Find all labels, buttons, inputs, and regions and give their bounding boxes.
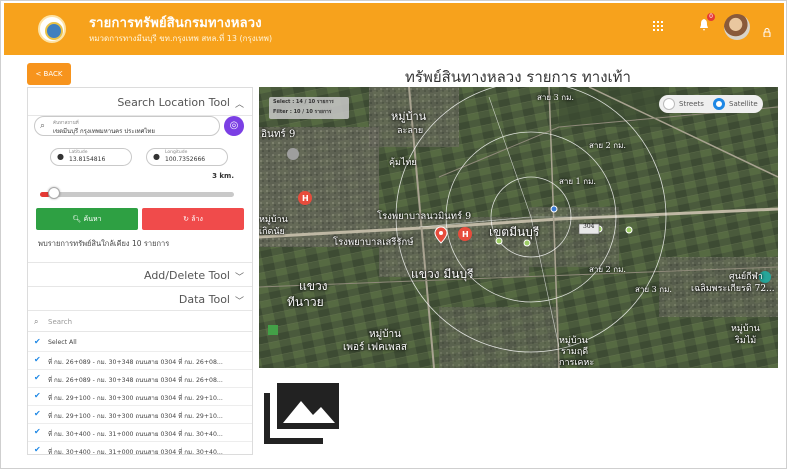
chevron-down-icon: ﹀ — [234, 273, 244, 283]
list-item-text: ที่ กม. 29+100 - กม. 30+300 ถนนสาย 0304 … — [48, 395, 223, 402]
filter-count-text: Filter : 10 / 10 รายการ — [273, 109, 332, 115]
list-item-text: ที่ กม. 26+089 - กม. 30+348 ถนนสาย 0304 … — [48, 377, 223, 384]
latitude-value: 13.8154816 — [69, 156, 106, 163]
map-label: อินทร์ 9 — [261, 129, 296, 140]
list-item[interactable]: ✔ ที่ กม. 29+100 - กม. 30+300 ถนนสาย 0304… — [28, 406, 252, 424]
apps-grid-icon[interactable] — [653, 21, 663, 31]
check-icon: ✔ — [34, 445, 41, 454]
selection-badge: Select : 14 / 10 รายการ Filter : 10 / 10… — [269, 97, 349, 119]
select-all-item[interactable]: ✔ Select All — [28, 334, 252, 352]
asset-list: ✔ Select All ✔ ที่ กม. 26+089 - กม. 30+34… — [28, 334, 252, 455]
map-label: เขตมีนบุรี — [489, 225, 540, 239]
map-label: เพอร์ เฟคเพลส — [343, 342, 407, 353]
map-label: สาย 3 กม. — [537, 93, 574, 102]
notification-badge: 0 — [707, 13, 715, 21]
map-label: สาย 3 กม. — [635, 285, 672, 294]
search-tool-title: Search Location Tool — [117, 96, 230, 109]
longitude-label: Longitude — [165, 150, 188, 155]
clear-button[interactable]: ↻ ล้าง — [142, 208, 244, 230]
search-button[interactable]: 🔍︎ ค้นหา — [36, 208, 138, 230]
check-icon: ✔ — [34, 391, 41, 400]
chevron-up-icon: ︿ — [234, 100, 244, 110]
app-window: รายการทรัพย์สินกรมทางหลวง หมวดการทางมีนบ… — [0, 0, 787, 469]
svg-text:H: H — [302, 194, 309, 203]
search-button-label: ค้นหา — [83, 215, 102, 223]
map-label: เกิดนัย — [259, 227, 285, 237]
map-label: สาย 1 กม. — [559, 177, 596, 186]
radius-readout: 3 km. — [212, 172, 234, 180]
data-tool-title: Data Tool — [178, 293, 230, 306]
check-icon: ✔ — [34, 409, 41, 418]
location-pin-icon: ● — [153, 152, 160, 161]
search-tool-header[interactable]: Search Location Tool ︿ — [28, 88, 252, 116]
map-label: คุ้มไทย — [389, 158, 417, 168]
layer-toggle: Streets Satellite — [659, 95, 763, 113]
satellite-radio[interactable] — [713, 98, 725, 110]
app-title: รายการทรัพย์สินกรมทางหลวง — [89, 16, 262, 31]
user-avatar[interactable] — [724, 14, 750, 40]
page-title: ทรัพย์สินทางหลวง รายการ ทางเท้า — [405, 68, 631, 86]
search-input-label: ค้นหาสถานที่ — [53, 121, 79, 126]
list-item-text: ที่ กม. 30+400 - กม. 31+000 ถนนสาย 0304 … — [48, 449, 223, 455]
route-shield: 304 — [583, 223, 595, 230]
list-item[interactable]: ✔ ที่ กม. 29+100 - กม. 30+300 ถนนสาย 0304… — [28, 388, 252, 406]
location-search-input[interactable]: ⌕ ค้นหาสถานที่ เขตมีนบุรี กรุงเทพมหานคร … — [34, 116, 220, 136]
list-item[interactable]: ✔ ที่ กม. 30+400 - กม. 31+000 ถนนสาย 0304… — [28, 424, 252, 442]
check-icon: ✔ — [34, 427, 41, 436]
map-label: สาย 2 กม. — [589, 141, 626, 150]
list-item[interactable]: ✔ ที่ กม. 26+089 - กม. 30+348 ถนนสาย 0304… — [28, 370, 252, 388]
list-item-text: ที่ กม. 26+089 - กม. 30+348 ถนนสาย 0304 … — [48, 359, 223, 366]
clear-button-label: ล้าง — [191, 215, 203, 223]
radius-slider-handle[interactable] — [48, 187, 60, 199]
bell-icon[interactable] — [699, 19, 709, 31]
map-label: ริมไม้ — [735, 336, 757, 346]
longitude-field[interactable]: ● Longitude 100.7352666 — [146, 148, 228, 166]
map-label: ละลาย — [397, 126, 424, 136]
data-search-placeholder: Search — [48, 318, 73, 326]
data-tool-header[interactable]: Data Tool ﹀ — [28, 286, 252, 310]
map-label: เฉลิมพระเกียรติ 72... — [691, 284, 775, 294]
satellite-map[interactable]: H H Select : 14 / 10 รายการ Filter : 10 … — [259, 87, 778, 368]
data-search-input[interactable]: ⌕ Search — [28, 310, 252, 332]
tool-panel: Search Location Tool ︿ ⌕ ค้นหาสถานที่ เข… — [27, 87, 253, 455]
list-item[interactable]: ✔ ที่ กม. 30+400 - กม. 31+000 ถนนสาย 0304… — [28, 442, 252, 455]
result-count-text: พบรายการทรัพย์สินใกล้เคียง 10 รายการ — [38, 239, 170, 248]
photo-library-icon[interactable] — [263, 379, 341, 445]
check-icon: ✔ — [34, 337, 41, 346]
chevron-down-icon: ﹀ — [234, 297, 244, 307]
lock-icon[interactable] — [763, 22, 771, 38]
map-label: การเคหะ — [559, 358, 595, 368]
map-label: โรงพยาบาลเสรีรักษ์ — [333, 237, 414, 248]
list-item[interactable]: ✔ ที่ กม. 26+089 - กม. 30+348 ถนนสาย 0304… — [28, 352, 252, 370]
map-label: แขวง มีนบุรี — [411, 267, 474, 281]
department-logo — [38, 15, 66, 43]
select-all-label: Select All — [48, 339, 77, 346]
check-icon: ✔ — [34, 373, 41, 382]
gps-locate-button[interactable]: ◎ — [224, 116, 244, 136]
svg-text:H: H — [462, 230, 469, 239]
longitude-value: 100.7352666 — [165, 156, 206, 163]
select-count-text: Select : 14 / 10 รายการ — [273, 99, 334, 105]
search-input-value: เขตมีนบุรี กรุงเทพมหานคร ประเทศไทย — [53, 128, 155, 135]
map-label: โรงพยาบาลนวมินทร์ 9 — [377, 211, 472, 222]
add-delete-tool-header[interactable]: Add/Delete Tool ﹀ — [28, 262, 252, 286]
list-item-text: ที่ กม. 29+100 - กม. 30+300 ถนนสาย 0304 … — [48, 413, 223, 420]
map-label: สาย 2 กม. — [589, 265, 626, 274]
app-subtitle: หมวดการทางมีนบุรี ขท.กรุงเทพ สทล.ที่ 13 … — [89, 34, 273, 43]
back-button[interactable]: < BACK — [27, 63, 71, 85]
location-pin-icon: ● — [57, 152, 64, 161]
latitude-label: Latitude — [69, 150, 88, 155]
top-header: รายการทรัพย์สินกรมทางหลวง หมวดการทางมีนบ… — [4, 3, 784, 55]
search-icon: ⌕ — [40, 121, 46, 131]
map-label: ทีนาวย — [287, 295, 324, 309]
latitude-field[interactable]: ● Latitude 13.8154816 — [50, 148, 132, 166]
streets-label: Streets — [679, 100, 704, 108]
satellite-label: Satellite — [729, 100, 758, 108]
add-delete-tool-title: Add/Delete Tool — [143, 269, 230, 282]
check-icon: ✔ — [34, 355, 41, 364]
search-icon: ⌕ — [34, 317, 39, 326]
radius-slider[interactable] — [40, 192, 234, 197]
list-item-text: ที่ กม. 30+400 - กม. 31+000 ถนนสาย 0304 … — [48, 431, 223, 438]
streets-radio[interactable] — [663, 98, 675, 110]
